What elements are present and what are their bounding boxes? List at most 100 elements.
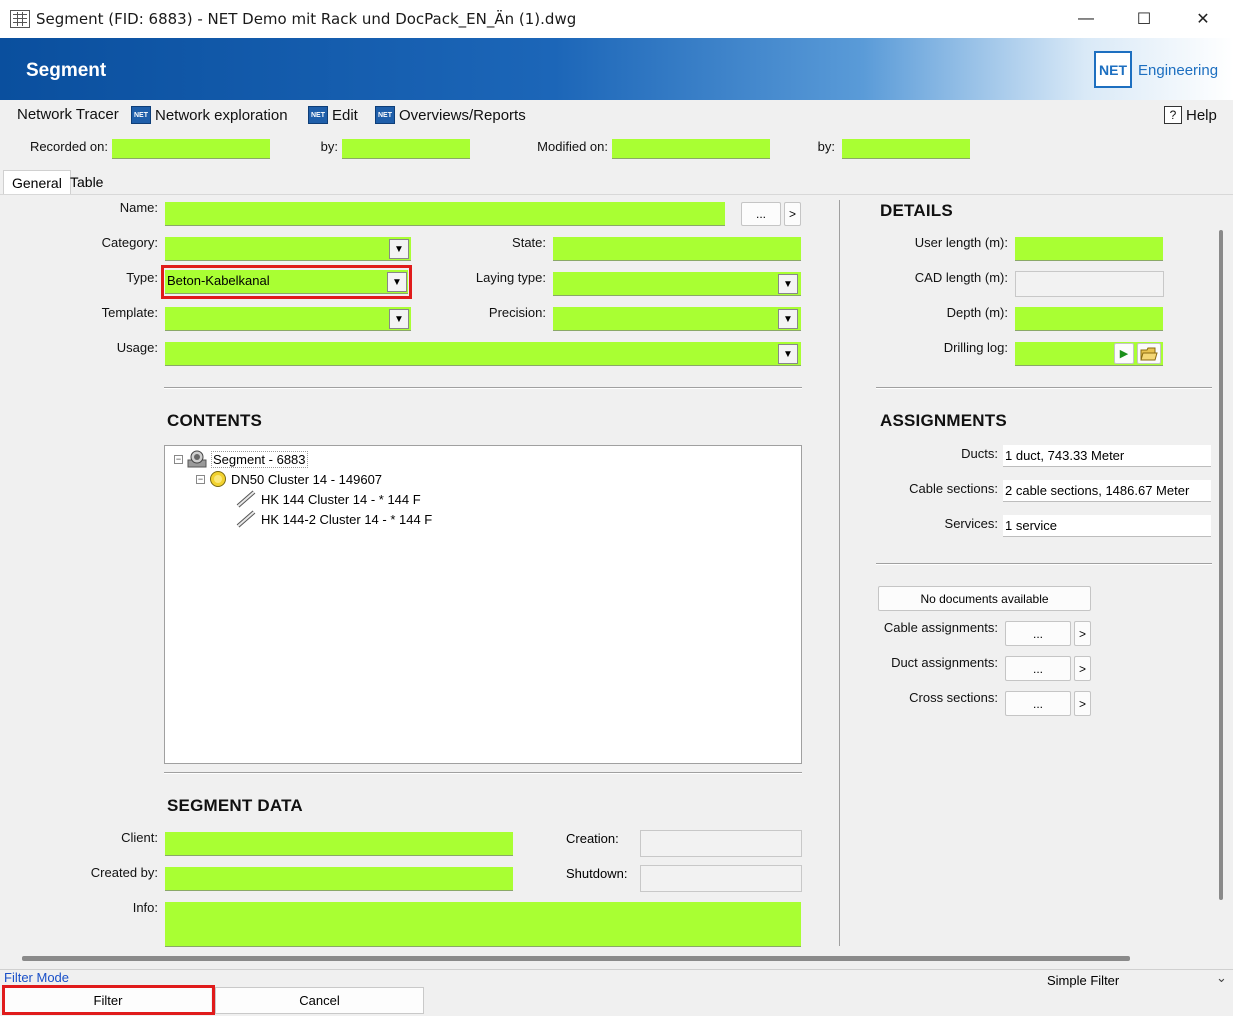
precision-select[interactable]: ▼ [553, 307, 801, 331]
filter-mode-link[interactable]: Filter Mode [4, 970, 69, 985]
menu-help[interactable]: ? Help [1164, 106, 1217, 124]
creation-label: Creation: [566, 831, 619, 846]
laying-type-label: Laying type: [475, 270, 546, 285]
name-field[interactable] [165, 202, 725, 226]
logo-text: Engineering [1138, 62, 1219, 79]
name-label: Name: [119, 200, 158, 215]
close-button[interactable]: ✕ [1174, 0, 1232, 38]
segment-data-title: SEGMENT DATA [167, 796, 303, 815]
precision-label: Precision: [488, 305, 546, 320]
banner-title: Segment [26, 60, 107, 81]
menu-network-exploration[interactable]: NET Network exploration [131, 106, 288, 124]
modified-on-field[interactable] [612, 139, 770, 159]
laying-type-select[interactable]: ▼ [553, 272, 801, 296]
menu-edit-label: Edit [332, 106, 358, 124]
minimize-button[interactable]: — [1057, 0, 1115, 38]
net-icon: NET [308, 106, 328, 124]
net-logo: NET [1094, 51, 1132, 88]
menu-edit[interactable]: NET Edit [308, 106, 358, 124]
usage-select[interactable]: ▼ [165, 342, 801, 366]
recorded-on-field[interactable] [112, 139, 270, 159]
cable-assignments-browse-button[interactable]: ... [1005, 621, 1071, 646]
recorded-on-label: Recorded on: [29, 139, 108, 154]
type-select[interactable]: Beton-Kabelkanal ▼ [165, 270, 408, 294]
creation-field[interactable] [640, 830, 802, 857]
tree-node-cable[interactable]: HK 144 Cluster 14 - * 144 F [235, 489, 421, 509]
template-select[interactable]: ▼ [165, 307, 411, 331]
divider [876, 563, 1212, 565]
simple-filter-select[interactable]: Simple Filter [1047, 973, 1119, 988]
modified-by-field[interactable] [842, 139, 970, 159]
no-documents-button[interactable]: No documents available [878, 586, 1091, 611]
details-title: DETAILS [880, 201, 953, 220]
duct-assignments-browse-button[interactable]: ... [1005, 656, 1071, 681]
client-field[interactable] [165, 832, 513, 856]
menu-help-label: Help [1186, 106, 1217, 124]
chevron-down-icon: ▼ [389, 239, 409, 259]
tree-node-duct[interactable]: − DN50 Cluster 14 - 149607 [196, 470, 382, 488]
client-label: Client: [121, 830, 158, 845]
menu-network-tracer[interactable]: Network Tracer [17, 106, 119, 123]
cad-length-label: CAD length (m): [914, 270, 1008, 285]
collapse-icon[interactable]: − [174, 454, 183, 464]
contents-tree[interactable]: − Segment - 6883 − DN50 Cluster 14 - 149… [164, 445, 802, 764]
maximize-button[interactable]: ☐ [1115, 0, 1173, 38]
user-length-label: User length (m): [914, 235, 1008, 250]
state-field[interactable] [553, 237, 801, 261]
modified-on-label: Modified on: [537, 139, 608, 154]
horizontal-scrollbar[interactable] [22, 956, 1130, 961]
name-browse-button[interactable]: ... [741, 202, 781, 226]
created-by-label: Created by: [90, 865, 158, 880]
type-label: Type: [126, 270, 158, 285]
chevron-down-icon: ▼ [387, 272, 407, 292]
recorded-by-field[interactable] [342, 139, 470, 159]
cross-sections-go-button[interactable]: > [1074, 691, 1091, 716]
chevron-down-icon: ▼ [389, 309, 409, 329]
menu-network-exploration-label: Network exploration [155, 106, 288, 124]
modified-by-label: by: [817, 139, 835, 154]
usage-label: Usage: [116, 340, 158, 355]
divider [164, 387, 802, 389]
help-icon: ? [1164, 106, 1182, 124]
cross-sections-label: Cross sections: [909, 690, 998, 705]
cancel-button[interactable]: Cancel [215, 987, 424, 1014]
shutdown-field[interactable] [640, 865, 802, 892]
depth-field[interactable] [1015, 307, 1163, 331]
tab-table[interactable]: Table [62, 170, 111, 194]
state-label: State: [512, 235, 546, 250]
ducts-value: 1 duct, 743.33 Meter [1003, 445, 1211, 467]
user-length-field[interactable] [1015, 237, 1163, 261]
drilling-log-label: Drilling log: [943, 340, 1008, 355]
menu-overviews-reports[interactable]: NET Overviews/Reports [375, 106, 526, 124]
info-field[interactable] [165, 902, 801, 947]
collapse-icon[interactable]: − [196, 474, 205, 484]
vertical-scrollbar[interactable] [1219, 230, 1223, 900]
menu-network-tracer-label: Network Tracer [17, 106, 119, 123]
tree-node-label: HK 144 Cluster 14 - * 144 F [261, 491, 421, 507]
chevron-down-icon: ▼ [778, 309, 798, 329]
divider [164, 772, 802, 774]
cable-assignments-go-button[interactable]: > [1074, 621, 1091, 646]
cross-sections-browse-button[interactable]: ... [1005, 691, 1071, 716]
tree-node-segment[interactable]: − Segment - 6883 [174, 450, 308, 468]
created-by-field[interactable] [165, 867, 513, 891]
category-select[interactable]: ▼ [165, 237, 411, 261]
column-separator [839, 200, 840, 946]
play-icon[interactable]: ▶ [1114, 343, 1134, 364]
depth-label: Depth (m): [946, 305, 1008, 320]
tree-node-cable[interactable]: HK 144-2 Cluster 14 - * 144 F [235, 509, 432, 529]
services-label: Services: [944, 516, 998, 531]
chevron-down-icon: ▼ [778, 274, 798, 294]
info-label: Info: [132, 900, 158, 915]
tab-general[interactable]: General [3, 170, 71, 194]
filter-button[interactable]: Filter [5, 988, 211, 1012]
segment-node-icon [187, 450, 207, 468]
duct-assignments-label: Duct assignments: [891, 655, 998, 670]
chevron-down-icon[interactable]: ⌄ [1216, 970, 1227, 986]
name-go-button[interactable]: > [784, 202, 801, 226]
template-label: Template: [101, 305, 158, 320]
app-table-icon [10, 10, 30, 28]
duct-assignments-go-button[interactable]: > [1074, 656, 1091, 681]
shutdown-label: Shutdown: [566, 866, 628, 881]
folder-icon[interactable] [1137, 343, 1161, 364]
